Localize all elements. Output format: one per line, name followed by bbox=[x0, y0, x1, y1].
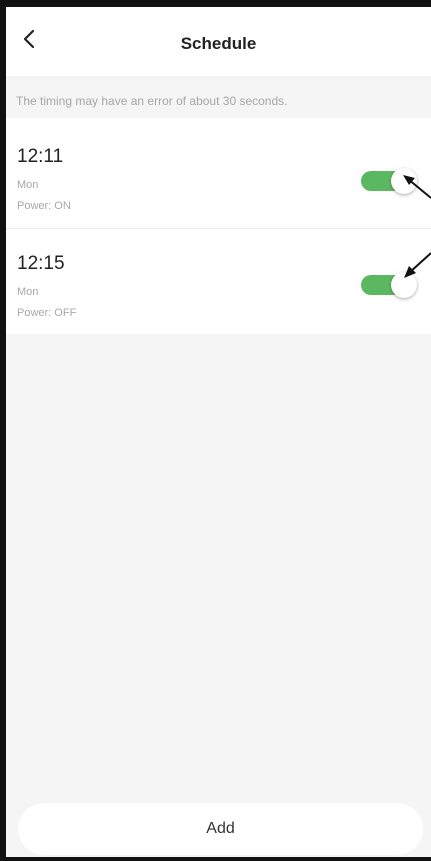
schedule-list: 12:11 Mon Power: ON 12:15 Mon Power: OFF bbox=[6, 118, 431, 334]
schedule-enable-toggle[interactable] bbox=[361, 272, 417, 298]
schedule-day: Mon bbox=[17, 179, 39, 191]
timing-notice: The timing may have an error of about 30… bbox=[16, 94, 288, 108]
schedule-item[interactable]: 12:15 Mon Power: OFF bbox=[6, 228, 431, 334]
schedule-power-action: Power: OFF bbox=[17, 307, 77, 319]
header-bar: Schedule bbox=[6, 7, 431, 76]
schedule-time: 12:15 bbox=[17, 253, 65, 274]
toggle-knob bbox=[391, 272, 417, 298]
schedule-enable-toggle[interactable] bbox=[361, 168, 417, 194]
schedule-time: 12:11 bbox=[17, 146, 64, 167]
schedule-day: Mon bbox=[17, 286, 39, 298]
add-schedule-button[interactable]: Add bbox=[18, 803, 423, 855]
schedule-item[interactable]: 12:11 Mon Power: ON bbox=[6, 118, 431, 228]
page-title: Schedule bbox=[180, 34, 257, 53]
schedule-screen: Schedule The timing may have an error of… bbox=[0, 0, 431, 861]
schedule-power-action: Power: ON bbox=[17, 200, 71, 212]
toggle-knob bbox=[391, 168, 417, 194]
